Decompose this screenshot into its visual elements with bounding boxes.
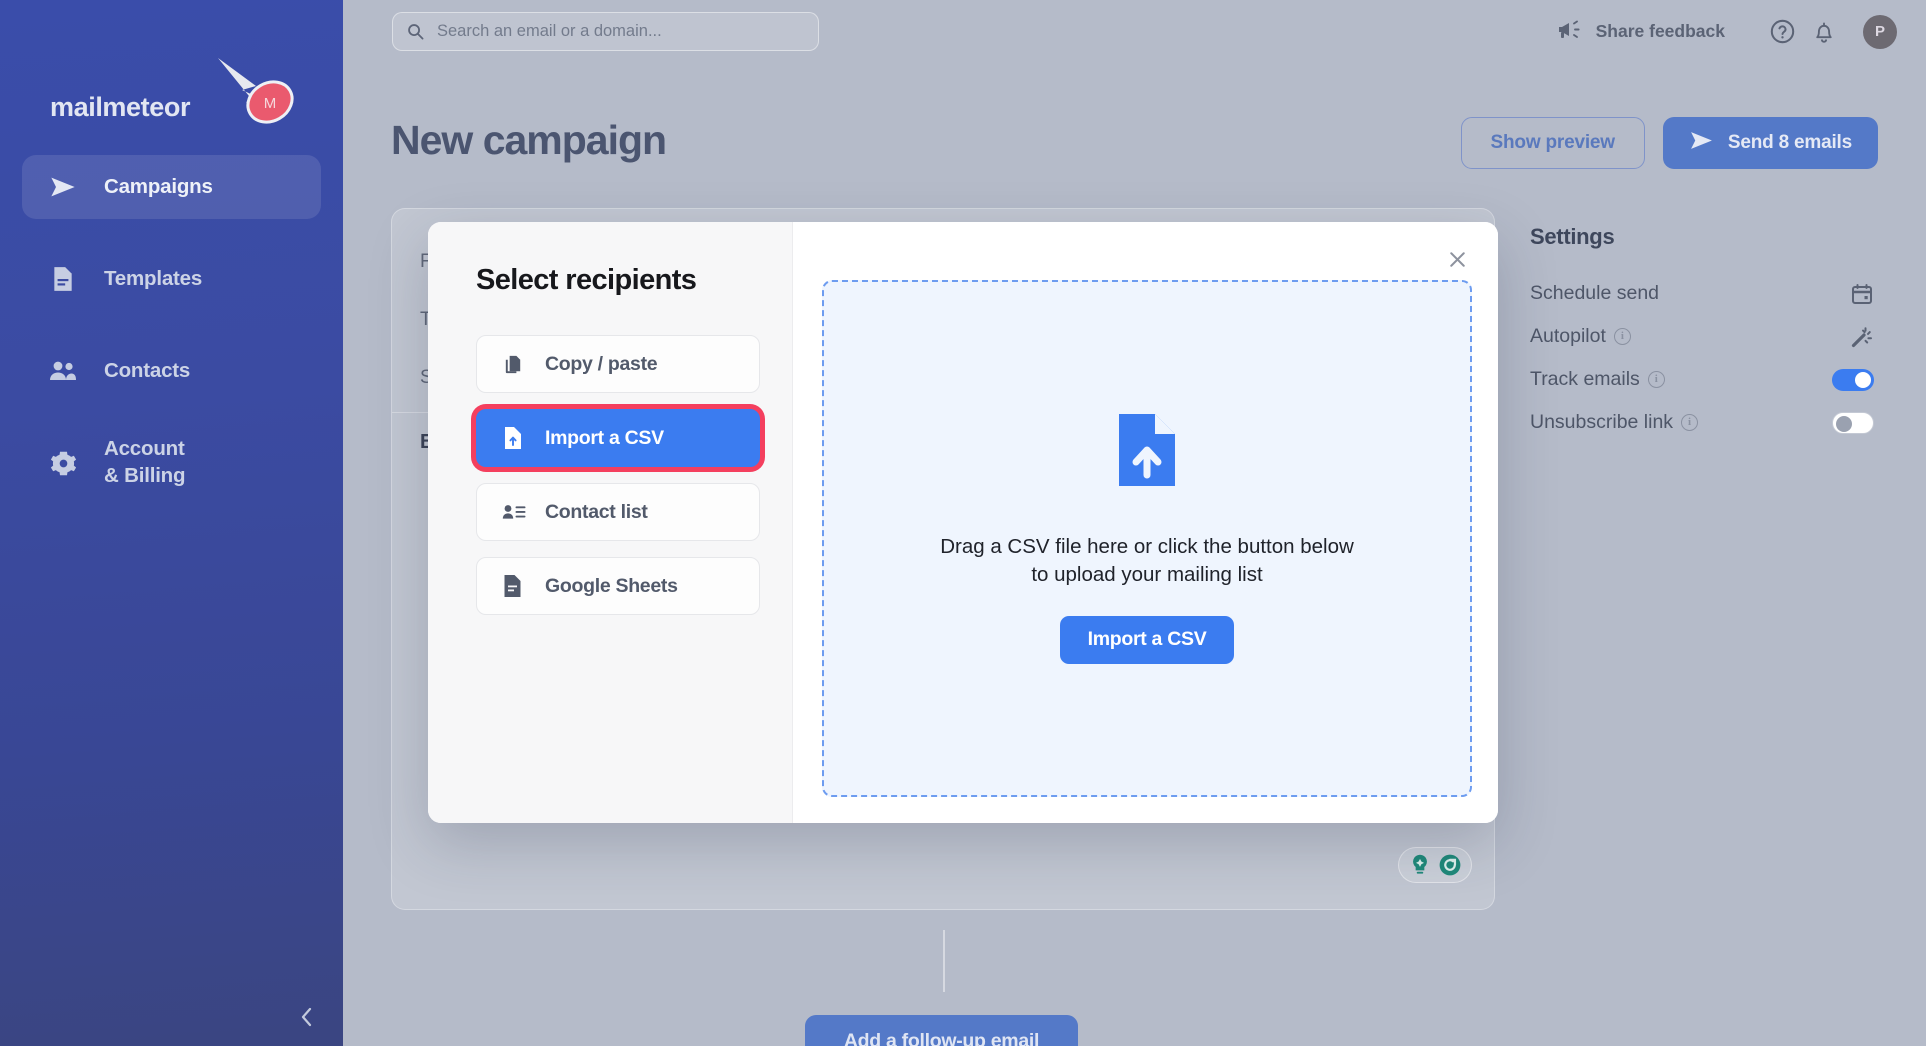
- info-icon[interactable]: i: [1613, 328, 1631, 345]
- show-preview-button[interactable]: Show preview: [1460, 117, 1645, 169]
- setting-label-text: Unsubscribe link: [1530, 411, 1674, 433]
- add-followup-email-button[interactable]: Add a follow-up email: [805, 1015, 1078, 1046]
- modal-title: Select recipients: [476, 264, 697, 296]
- setting-label: Schedule send: [1530, 282, 1659, 305]
- account-line1: Account: [104, 437, 185, 461]
- copy-icon: [502, 353, 526, 376]
- setting-label-text: Schedule send: [1530, 282, 1660, 304]
- gemini-refresh-icon: [1439, 854, 1461, 876]
- meteor-logo-icon: M: [218, 58, 294, 124]
- chevron-left-icon: [301, 1007, 312, 1027]
- recipient-source-google-sheets[interactable]: Google Sheets: [476, 557, 760, 615]
- page-title: New campaign: [391, 117, 667, 163]
- share-feedback-label: Share feedback: [1595, 21, 1725, 41]
- help-button[interactable]: [1763, 13, 1801, 51]
- brand-name: mailmeteor: [50, 92, 191, 122]
- sidebar-item-label: Contacts: [104, 358, 191, 382]
- recipient-source-copy-paste[interactable]: Copy / paste: [476, 335, 760, 393]
- notifications-button[interactable]: [1805, 13, 1843, 51]
- recipient-source-label: Import a CSV: [545, 426, 664, 449]
- info-icon[interactable]: i: [1681, 414, 1699, 431]
- app-root: mailmeteor M Campaigns Templates Contact…: [0, 0, 1926, 1046]
- modal-content-pane: Drag a CSV file here or click the button…: [793, 222, 1498, 823]
- ai-assist-pill[interactable]: [1398, 847, 1472, 883]
- file-upload-large-icon: [1117, 413, 1177, 492]
- sheets-icon: [502, 574, 526, 598]
- info-icon[interactable]: i: [1647, 371, 1665, 388]
- gear-icon: [48, 448, 78, 478]
- recipient-source-label: Contact list: [545, 500, 648, 523]
- send-emails-label: Send 8 emails: [1727, 132, 1852, 153]
- toggle-knob: [1855, 371, 1871, 388]
- sidebar-item-label: Templates: [104, 266, 203, 290]
- search-input[interactable]: [437, 22, 804, 41]
- setting-row-schedule-send[interactable]: Schedule send: [1530, 272, 1900, 315]
- search-icon: [407, 23, 427, 40]
- svg-text:M: M: [264, 95, 277, 112]
- recipient-source-contact-list[interactable]: Contact list: [476, 483, 760, 541]
- people-icon: [48, 356, 78, 386]
- header-actions: Show preview Send 8 emails: [1460, 117, 1878, 169]
- contact-list-icon: [502, 502, 526, 522]
- bell-icon: [1816, 22, 1832, 43]
- setting-label-text: Track emails: [1530, 368, 1640, 390]
- send-icon: [48, 172, 78, 202]
- toggle-knob: [1836, 415, 1852, 432]
- calendar-icon[interactable]: [1850, 282, 1874, 306]
- select-recipients-modal: Select recipients Copy / paste Import a …: [428, 222, 1498, 823]
- recipient-source-import-csv[interactable]: Import a CSV: [476, 409, 760, 467]
- topbar: Share feedback P: [343, 0, 1926, 63]
- sidebar-nav: Campaigns Templates Contacts Account & B…: [0, 155, 343, 523]
- megaphone-icon: [1558, 19, 1583, 45]
- setting-row-unsubscribe-link[interactable]: Unsubscribe link i: [1530, 401, 1900, 444]
- recipient-source-label: Google Sheets: [545, 574, 678, 597]
- brand-logo: mailmeteor M: [0, 36, 343, 124]
- avatar[interactable]: P: [1863, 14, 1897, 49]
- share-feedback-button[interactable]: Share feedback: [1558, 19, 1725, 45]
- setting-label: Autopilot i: [1530, 325, 1631, 348]
- dropzone-instructions: Drag a CSV file here or click the button…: [940, 533, 1354, 588]
- csv-dropzone[interactable]: Drag a CSV file here or click the button…: [822, 280, 1472, 797]
- setting-label-text: Autopilot: [1530, 325, 1606, 347]
- setting-label: Track emails i: [1530, 368, 1665, 391]
- sidebar-item-contacts[interactable]: Contacts: [22, 339, 321, 403]
- recipient-source-label: Copy / paste: [545, 352, 658, 375]
- send-icon: [1689, 128, 1714, 159]
- help-circle-icon: [1770, 19, 1794, 44]
- sidebar-item-label: Campaigns: [104, 174, 213, 198]
- account-line2: & Billing: [104, 464, 186, 487]
- lightbulb-icon: [1413, 854, 1427, 874]
- settings-panel: Settings Schedule send Autopilot i Track…: [1530, 224, 1900, 444]
- magic-wand-icon[interactable]: [1850, 325, 1874, 349]
- setting-row-autopilot[interactable]: Autopilot i: [1530, 315, 1900, 358]
- send-emails-button[interactable]: Send 8 emails: [1662, 117, 1878, 169]
- setting-row-track-emails[interactable]: Track emails i: [1530, 358, 1900, 401]
- sidebar-item-label: Account & Billing: [104, 436, 186, 489]
- modal-source-list: Select recipients Copy / paste Import a …: [428, 222, 793, 823]
- sidebar-item-account-billing[interactable]: Account & Billing: [22, 431, 321, 495]
- sidebar-collapse-button[interactable]: [290, 1000, 324, 1034]
- setting-label: Unsubscribe link i: [1530, 411, 1699, 434]
- search-box[interactable]: [392, 12, 819, 51]
- dropzone-line2: to upload your mailing list: [1031, 562, 1263, 586]
- sidebar-item-templates[interactable]: Templates: [22, 247, 321, 311]
- dropzone-line1: Drag a CSV file here or click the button…: [940, 535, 1354, 559]
- file-upload-icon: [502, 426, 526, 450]
- topbar-actions: Share feedback P: [1558, 0, 1897, 63]
- sidebar-item-campaigns[interactable]: Campaigns: [22, 155, 321, 219]
- flow-connector: [943, 930, 945, 992]
- document-icon: [48, 264, 78, 294]
- unsubscribe-link-toggle[interactable]: [1832, 411, 1874, 434]
- import-csv-button[interactable]: Import a CSV: [1059, 615, 1235, 664]
- track-emails-toggle[interactable]: [1832, 368, 1874, 391]
- sidebar: mailmeteor M Campaigns Templates Contact…: [0, 0, 343, 1046]
- close-icon[interactable]: [1440, 242, 1474, 276]
- settings-title: Settings: [1530, 224, 1615, 249]
